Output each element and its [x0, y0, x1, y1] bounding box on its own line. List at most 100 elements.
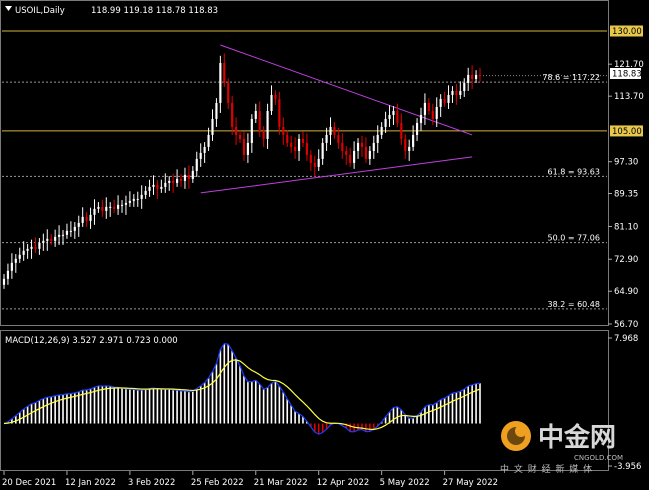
candle-body: [435, 106, 438, 119]
current-price-label: 118.83: [612, 70, 642, 80]
candle-body: [388, 114, 391, 119]
candle-body: [231, 102, 234, 127]
candle-body: [109, 206, 112, 208]
candle-body: [364, 146, 367, 159]
candle-body: [427, 102, 430, 111]
candle-body: [93, 208, 96, 215]
candle-body: [132, 198, 135, 201]
candle-body: [463, 82, 466, 91]
candle-body: [85, 216, 88, 221]
candle-body: [81, 216, 84, 223]
candle-body: [419, 114, 423, 123]
candle-body: [349, 154, 352, 163]
candle-body: [290, 142, 293, 147]
candle-body: [337, 134, 340, 143]
candle-body: [65, 230, 69, 235]
ohlc-values: 118.99 119.18 118.78 118.83: [91, 6, 218, 16]
candle-body: [309, 154, 312, 163]
candle-body: [376, 134, 379, 143]
fib-label: 78.6 = 117.22: [542, 73, 600, 82]
candle-body: [148, 186, 151, 191]
candle-body: [305, 142, 308, 155]
macd-tick-label: 7.968: [614, 334, 638, 344]
candle-body: [203, 146, 206, 153]
candle-body: [144, 190, 147, 195]
candle-body: [34, 246, 37, 249]
level-tag-label: 130.00: [612, 27, 642, 37]
candle-body: [396, 110, 399, 123]
candle-body: [368, 150, 371, 159]
triangle-lower-line[interactable]: [200, 156, 473, 194]
candle-body: [30, 246, 33, 249]
candle-body: [471, 74, 474, 79]
candle-body: [360, 142, 364, 147]
candle-body: [6, 270, 10, 279]
time-tick-label: 12 Jan 2022: [65, 478, 116, 488]
candle-body: [404, 138, 407, 151]
price-tick-label: 72.90: [614, 255, 638, 265]
candle-body: [199, 152, 202, 159]
price-tick-label: 81.10: [614, 222, 638, 232]
candle-body: [140, 194, 143, 199]
macd-tick-label: -3.956: [614, 462, 641, 472]
candle-body: [439, 98, 442, 107]
candle-body: [278, 98, 281, 127]
candle-body: [392, 110, 395, 115]
candle-body: [270, 94, 273, 111]
fib-label: 50.0 = 77.06: [547, 234, 600, 243]
candle-body: [10, 262, 13, 271]
candle-body: [57, 234, 61, 237]
candle-body: [195, 158, 198, 171]
triangle-down-icon[interactable]: [5, 6, 12, 11]
candle-body: [54, 236, 57, 241]
candle-body: [207, 134, 210, 147]
candle-body: [333, 126, 336, 135]
candle-body: [124, 202, 128, 205]
price-panel-frame: [0, 0, 609, 326]
candle-body: [313, 162, 316, 167]
price-tick-label: 64.90: [614, 287, 638, 297]
candle-body: [467, 74, 470, 83]
candle-body: [297, 138, 301, 151]
watermark-subtitle: CNGOLD.COM: [574, 454, 623, 462]
level-tag-label: 105.00: [612, 127, 642, 137]
candle-body: [246, 142, 249, 155]
candle-body: [321, 142, 324, 159]
candle-body: [235, 126, 238, 135]
candle-body: [459, 90, 462, 95]
candle-body: [164, 182, 167, 187]
chart-canvas[interactable]: 130.00 105.00 78.6 = 117.22 61.8 = 93.63 50.…: [0, 0, 649, 490]
candle-body: [301, 138, 305, 143]
candle-body: [412, 134, 415, 147]
candle-body: [2, 278, 6, 285]
time-tick-label: 20 Dec 2021: [2, 478, 56, 488]
candle-body: [274, 94, 277, 99]
time-tick-label: 5 May 2022: [380, 478, 430, 488]
fib-label: 61.8 = 93.63: [547, 167, 600, 176]
candle-body: [250, 118, 253, 143]
price-tick-label: 97.30: [614, 158, 638, 168]
candle-body: [117, 204, 120, 209]
candle-body: [325, 134, 328, 143]
triangle-upper-line[interactable]: [220, 44, 473, 136]
candle-body: [242, 138, 246, 155]
candle-body: [317, 158, 320, 167]
candle-body: [447, 94, 450, 103]
candle-body: [120, 204, 124, 206]
candle-body: [14, 258, 17, 263]
candle-body: [254, 110, 257, 119]
candle-body: [408, 146, 411, 151]
candle-body: [219, 62, 222, 103]
candle-body: [266, 110, 269, 139]
candle-body: [341, 142, 344, 151]
candle-body: [179, 178, 183, 181]
candle-body: [42, 240, 45, 243]
candle-body: [69, 230, 72, 232]
candle-body: [443, 98, 446, 103]
fib-label: 38.2 = 60.48: [547, 300, 600, 309]
candle-body: [223, 62, 226, 83]
candle-body: [105, 206, 108, 211]
candle-body: [400, 122, 403, 139]
candle-body: [136, 198, 139, 200]
candle-body: [46, 238, 49, 241]
